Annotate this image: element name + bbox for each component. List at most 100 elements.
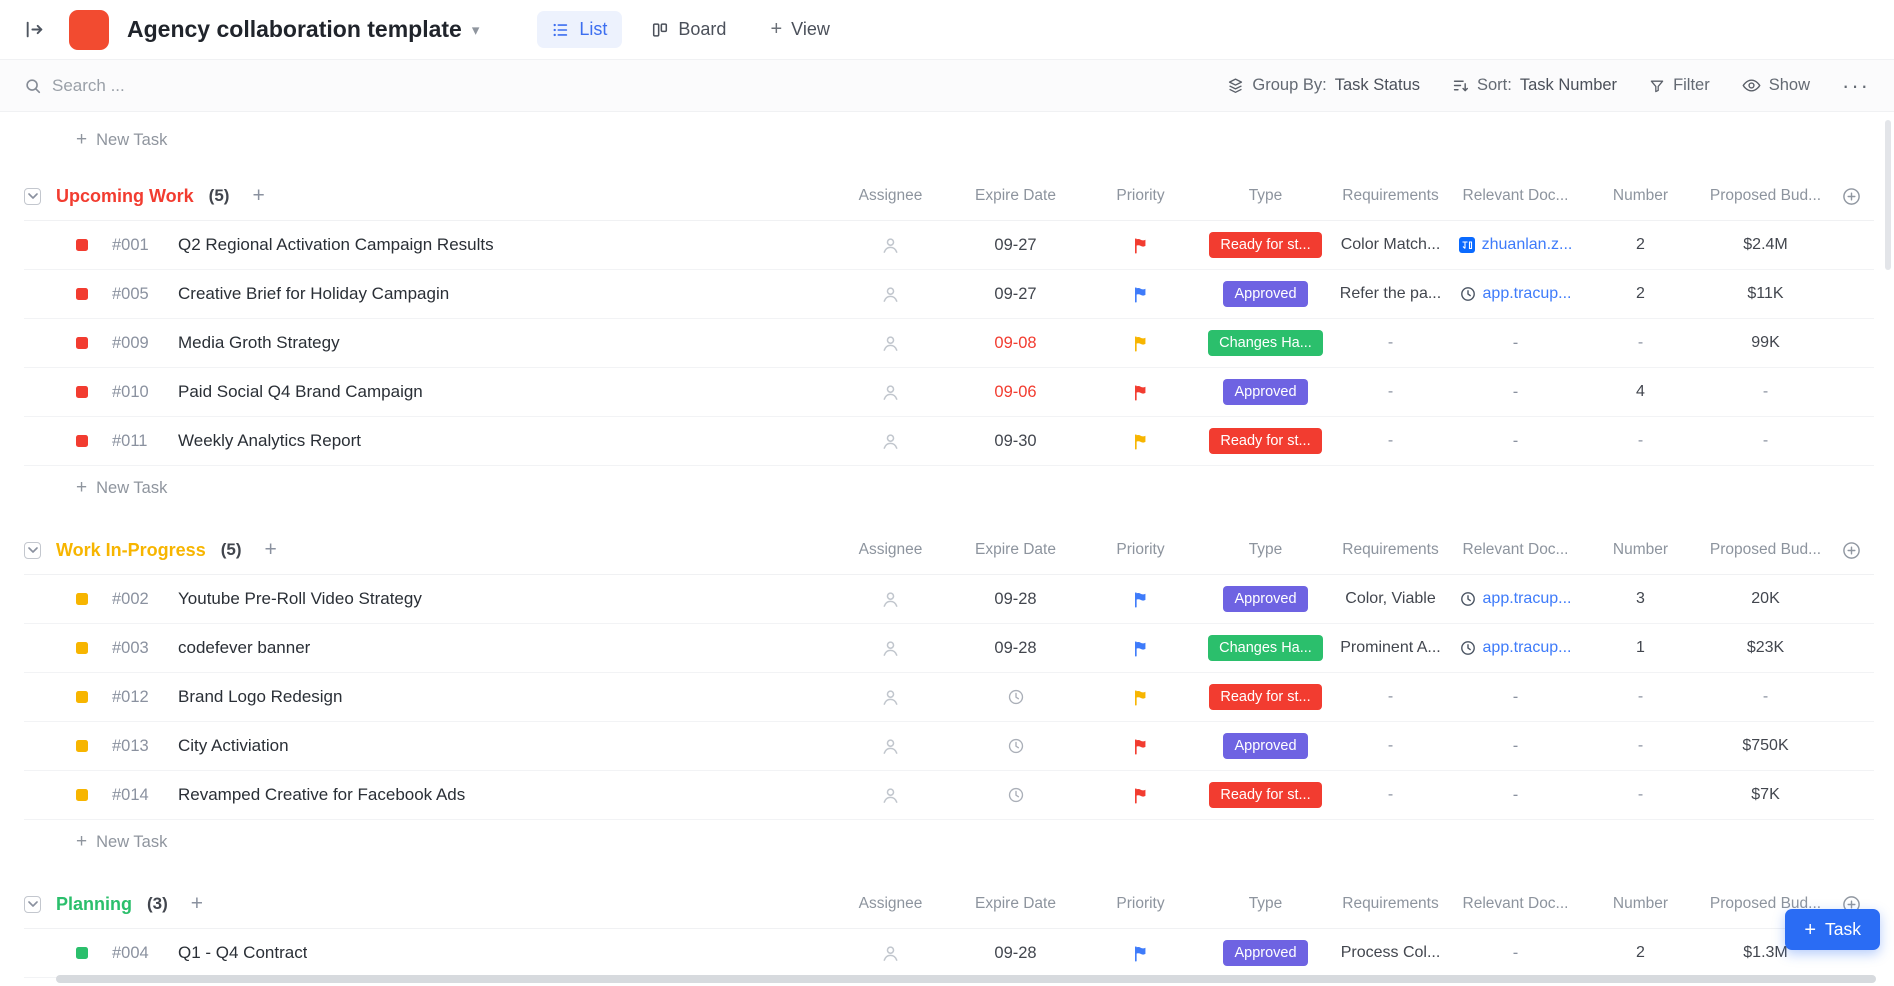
task-title[interactable]: Paid Social Q4 Brand Campaign [178, 382, 423, 402]
task-title[interactable]: Weekly Analytics Report [178, 431, 361, 451]
expire-date-cell[interactable]: 09-08 [953, 334, 1078, 353]
table-row[interactable]: #004 Q1 - Q4 Contract 09-28 Approved Pro… [24, 929, 1874, 978]
collapse-group-button[interactable] [24, 542, 41, 559]
assignee-cell[interactable] [828, 639, 953, 658]
add-task-to-group-button[interactable]: + [265, 538, 277, 562]
priority-cell[interactable] [1078, 433, 1203, 450]
budget-cell[interactable]: 20K [1703, 590, 1828, 608]
number-cell[interactable]: 2 [1578, 236, 1703, 254]
table-row[interactable]: #005 Creative Brief for Holiday Campagin… [24, 270, 1874, 319]
group-title[interactable]: Upcoming Work [56, 186, 194, 207]
task-title[interactable]: Creative Brief for Holiday Campagin [178, 284, 449, 304]
task-title[interactable]: Q1 - Q4 Contract [178, 943, 307, 963]
budget-cell[interactable]: - [1703, 432, 1828, 450]
doc-link[interactable]: app.tracup... [1460, 590, 1572, 608]
requirements-cell[interactable]: - [1328, 786, 1453, 804]
add-column-button[interactable] [1828, 187, 1874, 206]
type-cell[interactable]: Changes Ha... [1203, 635, 1328, 661]
priority-cell[interactable] [1078, 591, 1203, 608]
type-cell[interactable]: Approved [1203, 586, 1328, 612]
assignee-cell[interactable] [828, 786, 953, 805]
type-cell[interactable]: Ready for st... [1203, 232, 1328, 258]
workspace-logo[interactable] [69, 10, 109, 50]
priority-cell[interactable] [1078, 640, 1203, 657]
expire-date-cell[interactable] [953, 737, 1078, 755]
expire-date-cell[interactable]: 09-28 [953, 590, 1078, 609]
requirements-cell[interactable]: Color, Viable [1328, 590, 1453, 608]
tab-list[interactable]: List [537, 11, 622, 48]
expire-date-cell[interactable]: 09-28 [953, 639, 1078, 658]
number-cell[interactable]: - [1578, 688, 1703, 706]
priority-cell[interactable] [1078, 286, 1203, 303]
priority-cell[interactable] [1078, 689, 1203, 706]
table-row[interactable]: #013 City Activiation Approved - - [24, 722, 1874, 771]
new-task-button[interactable]: + New Task [24, 466, 1874, 510]
table-row[interactable]: #012 Brand Logo Redesign Ready for st...… [24, 673, 1874, 722]
sidebar-toggle-button[interactable] [24, 19, 45, 40]
priority-cell[interactable] [1078, 738, 1203, 755]
expire-date-cell[interactable]: 09-28 [953, 944, 1078, 963]
number-cell[interactable]: 1 [1578, 639, 1703, 657]
assignee-cell[interactable] [828, 688, 953, 707]
number-cell[interactable]: - [1578, 334, 1703, 352]
relevant-doc-cell[interactable]: app.tracup... - [1453, 590, 1578, 608]
type-cell[interactable]: Approved [1203, 940, 1328, 966]
table-row[interactable]: #014 Revamped Creative for Facebook Ads … [24, 771, 1874, 820]
type-cell[interactable]: Changes Ha... [1203, 330, 1328, 356]
task-title[interactable]: City Activiation [178, 736, 289, 756]
expire-date-cell[interactable] [953, 786, 1078, 804]
priority-cell[interactable] [1078, 787, 1203, 804]
priority-cell[interactable] [1078, 945, 1203, 962]
budget-cell[interactable]: $23K [1703, 639, 1828, 657]
priority-cell[interactable] [1078, 237, 1203, 254]
number-cell[interactable]: 3 [1578, 590, 1703, 608]
doc-link[interactable]: app.tracup... [1460, 285, 1572, 303]
requirements-cell[interactable]: Prominent A... [1328, 639, 1453, 657]
relevant-doc-cell[interactable]: zhuanlan.z... - [1453, 236, 1578, 254]
sort-control[interactable]: Sort: Task Number [1452, 76, 1617, 95]
add-column-button[interactable] [1828, 541, 1874, 560]
tab-board[interactable]: Board [636, 11, 741, 48]
priority-cell[interactable] [1078, 384, 1203, 401]
more-button[interactable]: ··· [1842, 81, 1870, 91]
relevant-doc-cell[interactable]: - [1453, 432, 1578, 451]
group-by-control[interactable]: Group By: Task Status [1227, 76, 1420, 95]
number-cell[interactable]: 2 [1578, 944, 1703, 962]
priority-cell[interactable] [1078, 335, 1203, 352]
assignee-cell[interactable] [828, 285, 953, 304]
vertical-scrollbar[interactable] [1885, 120, 1891, 270]
add-task-to-group-button[interactable]: + [252, 184, 264, 208]
group-title[interactable]: Work In-Progress [56, 540, 206, 561]
assignee-cell[interactable] [828, 383, 953, 402]
requirements-cell[interactable]: Process Col... [1328, 944, 1453, 962]
relevant-doc-cell[interactable]: app.tracup... - [1453, 285, 1578, 303]
expire-date-cell[interactable]: 09-06 [953, 383, 1078, 402]
table-row[interactable]: #010 Paid Social Q4 Brand Campaign 09-06… [24, 368, 1874, 417]
add-task-to-group-button[interactable]: + [191, 892, 203, 916]
assignee-cell[interactable] [828, 590, 953, 609]
assignee-cell[interactable] [828, 944, 953, 963]
task-title[interactable]: Brand Logo Redesign [178, 687, 342, 707]
number-cell[interactable]: 2 [1578, 285, 1703, 303]
add-view-button[interactable]: + View [755, 10, 844, 49]
budget-cell[interactable]: $750K [1703, 737, 1828, 755]
table-row[interactable]: #009 Media Groth Strategy 09-08 Changes … [24, 319, 1874, 368]
collapse-group-button[interactable] [24, 188, 41, 205]
relevant-doc-cell[interactable]: - [1453, 786, 1578, 805]
table-row[interactable]: #011 Weekly Analytics Report 09-30 Ready… [24, 417, 1874, 466]
requirements-cell[interactable]: - [1328, 334, 1453, 352]
requirements-cell[interactable]: - [1328, 737, 1453, 755]
collapse-group-button[interactable] [24, 896, 41, 913]
doc-link[interactable]: zhuanlan.z... [1459, 236, 1573, 254]
expire-date-cell[interactable]: 09-27 [953, 285, 1078, 304]
relevant-doc-cell[interactable]: app.tracup... - [1453, 639, 1578, 657]
expire-date-cell[interactable]: 09-27 [953, 236, 1078, 255]
table-row[interactable]: #002 Youtube Pre-Roll Video Strategy 09-… [24, 575, 1874, 624]
type-cell[interactable]: Approved [1203, 733, 1328, 759]
number-cell[interactable]: - [1578, 786, 1703, 804]
budget-cell[interactable]: $11K [1703, 285, 1828, 303]
number-cell[interactable]: - [1578, 737, 1703, 755]
search-box[interactable] [24, 76, 352, 96]
doc-link[interactable]: app.tracup... [1460, 639, 1572, 657]
number-cell[interactable]: 4 [1578, 383, 1703, 401]
